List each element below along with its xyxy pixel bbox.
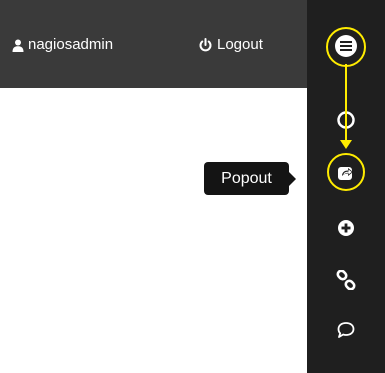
comment-button[interactable]	[325, 309, 367, 351]
annotation-arrow-head	[340, 140, 352, 149]
menu-toggle-button[interactable]	[325, 25, 367, 67]
tooltip-arrow	[289, 172, 296, 186]
annotation-arrow-line	[345, 64, 347, 144]
link-button[interactable]	[325, 259, 367, 301]
popout-tooltip: Popout	[204, 162, 289, 195]
logout-label: Logout	[217, 36, 263, 53]
comment-icon	[337, 322, 355, 338]
link-icon	[336, 270, 356, 290]
popout-icon	[338, 167, 353, 180]
top-header-bar: nagiosadmin Logout	[0, 0, 307, 88]
tooltip-text: Popout	[221, 170, 272, 187]
power-icon	[199, 38, 212, 52]
popout-button[interactable]	[325, 152, 367, 194]
add-button[interactable]	[325, 207, 367, 249]
user-icon	[12, 39, 24, 52]
user-name-label: nagiosadmin	[28, 36, 114, 53]
hamburger-icon	[335, 35, 357, 57]
user-profile-link[interactable]: nagiosadmin	[12, 35, 113, 55]
logout-link[interactable]: Logout	[199, 35, 263, 55]
plus-circle-icon	[338, 220, 354, 236]
